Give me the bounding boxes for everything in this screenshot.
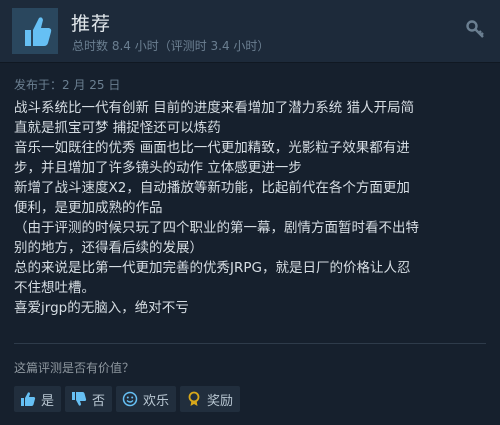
review-line: 不住想吐槽。 (14, 280, 95, 296)
vote-no-label: 否 (92, 393, 106, 409)
review-line: 便利，是更加成熟的作品 (14, 200, 163, 216)
award-button[interactable]: 奖励 (180, 386, 241, 412)
helpful-question: 这篇评测是否有价值？ (14, 361, 135, 375)
review-line: 新增了战斗速度X2，自动播放等新功能，比起前代在各个方面更加 (14, 180, 410, 196)
review-line: 音乐一如既往的优秀 画面也比一代更加精致，光影粒子效果都有进 (14, 140, 410, 156)
thumbs-down-icon (70, 390, 88, 408)
vote-no-button[interactable]: 否 (65, 386, 113, 412)
review-line: 步，并且增加了许多镜头的动作 立体感更进一步 (14, 160, 302, 176)
smiley-icon (121, 390, 139, 408)
award-label: 奖励 (207, 393, 234, 409)
playtime-hours: 总时数 8.4 小时（评测时 3.4 小时） (72, 39, 270, 53)
vote-yes-button[interactable]: 是 (14, 386, 62, 412)
review-line: 战斗系统比一代有创新 目前的进度来看增加了潜力系统 猎人开局简 (14, 100, 415, 116)
review-card: 推荐 总时数 8.4 小时（评测时 3.4 小时） 发布于：2 月 25 日 战… (0, 0, 500, 425)
review-line: 直就是抓宝可梦 捕捉怪还可以炼药 (14, 120, 221, 136)
review-line: 别的地方，还得看后续的发展） (14, 240, 203, 256)
review-line: （由于评测的时候只玩了四个职业的第一幕，剧情方面暂时看不出特 (14, 220, 419, 236)
review-line: 总的来说是比第一代更加完善的优秀JRPG，就是日厂的价格让人忍 (14, 260, 411, 276)
posted-date: 发布于：2 月 25 日 (14, 78, 121, 92)
review-line: 喜爱jrgp的无脑入，绝对不亏 (14, 300, 189, 316)
thumbs-up-icon (19, 390, 37, 408)
vote-yes-label: 是 (41, 393, 55, 409)
review-header: 推荐 总时数 8.4 小时（评测时 3.4 小时） (0, 0, 500, 62)
footer-divider (14, 343, 486, 344)
vote-buttons: 是 否 欢乐 奖励 (14, 386, 241, 412)
vote-funny-label: 欢乐 (143, 393, 170, 409)
key-icon (466, 20, 486, 40)
thumbs-up-icon (12, 8, 58, 54)
header-divider (0, 62, 500, 63)
award-icon (185, 390, 203, 408)
review-body: 战斗系统比一代有创新 目前的进度来看增加了潜力系统 猎人开局简 直就是抓宝可梦 … (14, 98, 494, 318)
vote-funny-button[interactable]: 欢乐 (116, 386, 177, 412)
review-verdict: 推荐 (71, 13, 112, 35)
